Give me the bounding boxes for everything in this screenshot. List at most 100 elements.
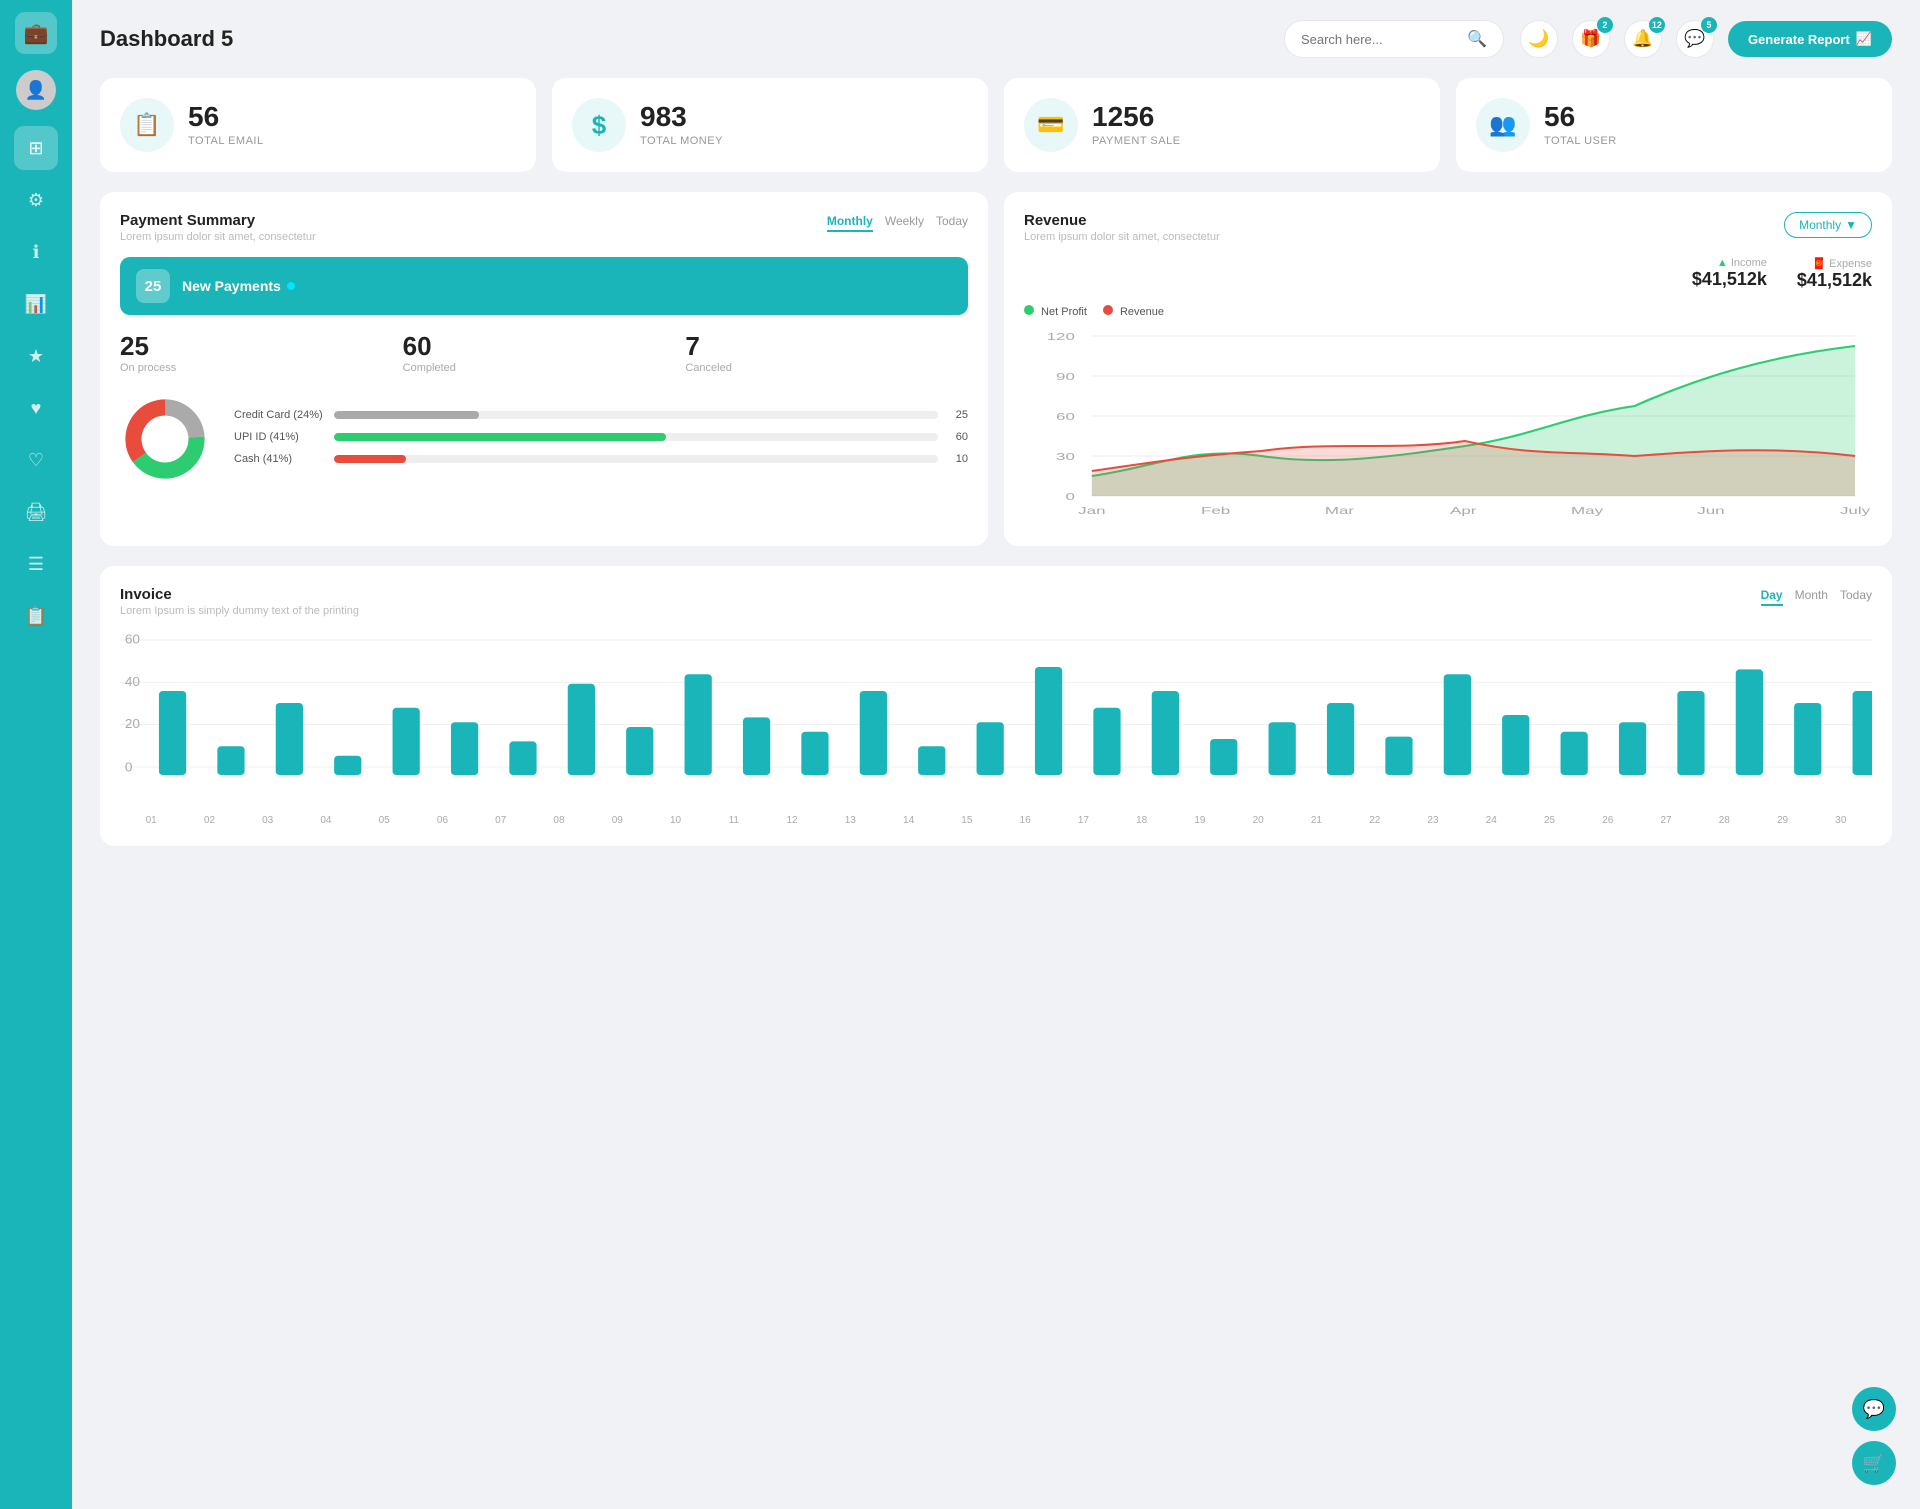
invoice-bar-chart: 60 40 20 0 — [120, 631, 1872, 811]
settings-icon: ⚙ — [28, 190, 44, 211]
chat-button[interactable]: 💬 5 — [1676, 20, 1714, 58]
payment-value: 1256 — [1092, 103, 1181, 131]
invoice-header: Invoice Lorem Ipsum is simply dummy text… — [120, 586, 1872, 617]
tab-weekly[interactable]: Weekly — [885, 212, 924, 232]
sidebar-logo[interactable]: 💼 — [15, 12, 57, 54]
on-process-label: On process — [120, 362, 403, 374]
gift-badge: 2 — [1597, 17, 1613, 33]
tab-today[interactable]: Today — [936, 212, 968, 232]
page-title: Dashboard 5 — [100, 26, 1268, 52]
avatar[interactable]: 👤 — [16, 70, 56, 110]
svg-text:40: 40 — [125, 674, 140, 688]
progress-track-credit — [334, 411, 938, 419]
sidebar-item-doc[interactable]: 📋 — [14, 594, 58, 638]
progress-bars: Credit Card (24%) 25 UPI ID (41%) 60 — [234, 409, 968, 475]
sidebar-item-heart[interactable]: ♥ — [14, 386, 58, 430]
progress-track-cash — [334, 455, 938, 463]
heart-outline-icon: ♡ — [28, 450, 44, 471]
bar-x-label: 02 — [180, 815, 238, 826]
notification-button[interactable]: 🔔 12 — [1624, 20, 1662, 58]
stat-canceled: 7 Canceled — [685, 331, 968, 374]
new-payments-banner: 25 New Payments Manage payment › — [120, 257, 968, 315]
sidebar-item-dashboard[interactable]: ⊞ — [14, 126, 58, 170]
progress-row-upi: UPI ID (41%) 60 — [234, 431, 968, 443]
bar-x-label: 19 — [1171, 815, 1229, 826]
payment-summary-title: Payment Summary — [120, 212, 316, 229]
moon-icon: 🌙 — [1528, 29, 1549, 49]
two-col-section: Payment Summary Lorem ipsum dolor sit am… — [100, 192, 1892, 546]
manage-payment-link[interactable]: Manage payment › — [853, 279, 952, 293]
revenue-title: Revenue — [1024, 212, 1220, 229]
donut-chart — [120, 394, 210, 489]
bar-x-label: 25 — [1520, 815, 1578, 826]
bar-x-label: 22 — [1346, 815, 1404, 826]
bar-x-label: 24 — [1462, 815, 1520, 826]
print-icon: 🖨 — [25, 502, 48, 523]
bar-x-label: 05 — [355, 815, 413, 826]
expense-value: $41,512k — [1797, 270, 1872, 291]
support-icon: 💬 — [1863, 1399, 1885, 1420]
progress-label-cash: Cash (41%) — [234, 453, 324, 465]
canceled-label: Canceled — [685, 362, 968, 374]
new-payments-label: New Payments — [182, 278, 841, 294]
svg-text:120: 120 — [1047, 331, 1076, 342]
expense-label: 🧧 Expense — [1797, 257, 1872, 270]
analytics-icon: 📊 — [25, 294, 47, 315]
payment-summary-card: Payment Summary Lorem ipsum dolor sit am… — [100, 192, 988, 546]
tab-invoice-day[interactable]: Day — [1761, 586, 1783, 606]
theme-toggle-button[interactable]: 🌙 — [1520, 20, 1558, 58]
stats-grid: 📋 56 TOTAL EMAIL $ 983 TOTAL MONEY 💳 125… — [100, 78, 1892, 172]
bar-x-label: 08 — [530, 815, 588, 826]
svg-text:Apr: Apr — [1450, 505, 1477, 516]
support-fab[interactable]: 💬 — [1852, 1387, 1896, 1431]
user-value: 56 — [1544, 103, 1617, 131]
bar-x-label: 20 — [1229, 815, 1287, 826]
stat-money-info: 983 TOTAL MONEY — [640, 103, 723, 147]
main-content: Dashboard 5 🔍 🌙 🎁 2 🔔 12 💬 5 Generate Re — [72, 0, 1920, 1509]
tab-invoice-today[interactable]: Today — [1840, 586, 1872, 606]
sidebar-item-print[interactable]: 🖨 — [14, 490, 58, 534]
progress-num-credit: 25 — [948, 409, 968, 421]
bell-badge: 12 — [1649, 17, 1665, 33]
sidebar-item-analytics[interactable]: 📊 — [14, 282, 58, 326]
money-value: 983 — [640, 103, 723, 131]
email-label: TOTAL EMAIL — [188, 135, 264, 147]
chat-badge: 5 — [1701, 17, 1717, 33]
sidebar-item-heart2[interactable]: ♡ — [14, 438, 58, 482]
revenue-monthly-button[interactable]: Monthly ▼ — [1784, 212, 1872, 238]
stat-email-info: 56 TOTAL EMAIL — [188, 103, 264, 147]
gift-button[interactable]: 🎁 2 — [1572, 20, 1610, 58]
email-icon: 📋 — [120, 98, 174, 152]
stat-card-email: 📋 56 TOTAL EMAIL — [100, 78, 536, 172]
sidebar-item-star[interactable]: ★ — [14, 334, 58, 378]
net-profit-dot — [1024, 305, 1034, 315]
revenue-expense: 🧧 Expense $41,512k — [1797, 257, 1872, 291]
revenue-legend: Net Profit Revenue — [1024, 305, 1872, 318]
svg-text:60: 60 — [1056, 411, 1075, 422]
search-input[interactable] — [1301, 32, 1459, 47]
search-icon[interactable]: 🔍 — [1467, 29, 1487, 49]
bar-x-label: 14 — [879, 815, 937, 826]
bar-x-label: 03 — [239, 815, 297, 826]
svg-text:0: 0 — [125, 760, 133, 774]
progress-track-upi — [334, 433, 938, 441]
sidebar-item-settings[interactable]: ⚙ — [14, 178, 58, 222]
new-payments-dot — [287, 282, 295, 290]
donut-section: Credit Card (24%) 25 UPI ID (41%) 60 — [120, 394, 968, 489]
user-icon: 👥 — [1476, 98, 1530, 152]
sidebar: 💼 👤 ⊞ ⚙ ℹ 📊 ★ ♥ ♡ 🖨 ☰ 📋 — [0, 0, 72, 1509]
email-value: 56 — [188, 103, 264, 131]
progress-label-upi: UPI ID (41%) — [234, 431, 324, 443]
sidebar-item-list[interactable]: ☰ — [14, 542, 58, 586]
bar-x-label: 04 — [297, 815, 355, 826]
sidebar-item-info[interactable]: ℹ — [14, 230, 58, 274]
fab-container: 💬 🛒 — [1852, 1387, 1896, 1485]
tab-invoice-month[interactable]: Month — [1795, 586, 1828, 606]
chevron-right-icon: › — [948, 279, 952, 293]
bar-x-label: 29 — [1753, 815, 1811, 826]
cart-fab[interactable]: 🛒 — [1852, 1441, 1896, 1485]
revenue-subtitle: Lorem ipsum dolor sit amet, consectetur — [1024, 231, 1220, 243]
search-bar[interactable]: 🔍 — [1284, 20, 1504, 58]
tab-monthly[interactable]: Monthly — [827, 212, 873, 232]
generate-report-button[interactable]: Generate Report 📈 — [1728, 21, 1892, 57]
